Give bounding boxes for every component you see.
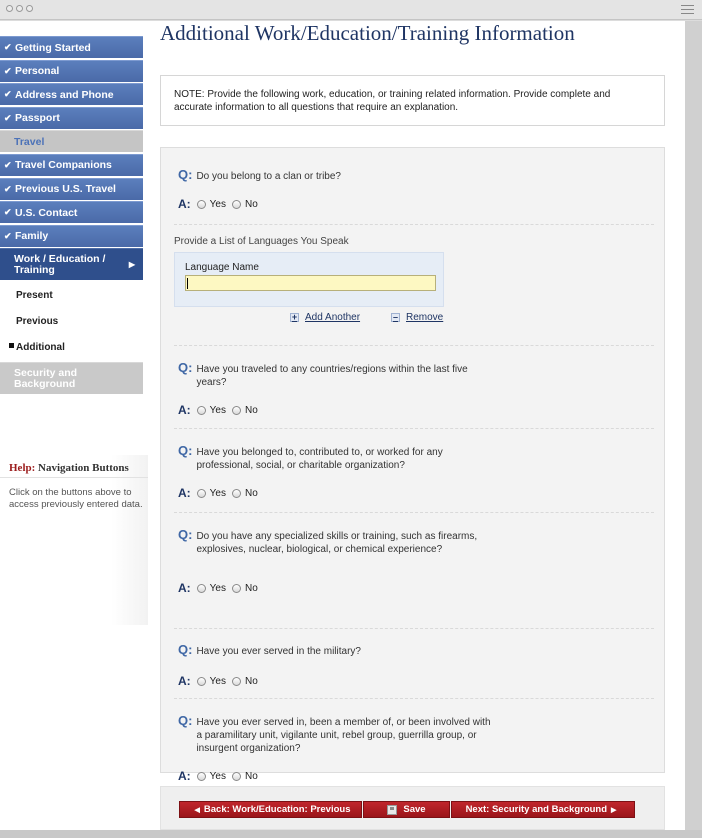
nav-item-family[interactable]: ✔ Family (0, 224, 143, 247)
no-option[interactable]: No (232, 583, 258, 594)
answer-traveled-countries: A: Yes No (178, 403, 258, 417)
subnav-item-additional[interactable]: Additional (0, 334, 143, 360)
divider (174, 224, 654, 225)
minus-icon: – (391, 312, 400, 322)
check-icon: ✔ (4, 183, 12, 194)
check-icon: ✔ (4, 112, 12, 123)
yes-radio[interactable] (196, 583, 206, 593)
divider (174, 512, 654, 513)
check-icon: ✔ (4, 42, 12, 52)
question-paramilitary: Q: Have you ever served in, been a member… (178, 713, 491, 754)
check-icon: ✔ (4, 89, 12, 100)
nav-item-travel-companions[interactable]: ✔ Travel Companions (0, 153, 143, 176)
minimize-window-icon[interactable] (16, 5, 23, 12)
instructions-note: NOTE: Provide the following work, educat… (160, 75, 665, 126)
no-option[interactable]: No (232, 488, 258, 499)
zoom-window-icon[interactable] (26, 5, 33, 12)
no-option[interactable]: No (232, 199, 258, 210)
plus-icon: + (290, 312, 299, 322)
divider (174, 628, 654, 629)
save-button[interactable]: Save (363, 801, 450, 818)
yes-option[interactable]: Yes (196, 488, 226, 499)
nav-item-getting-started[interactable]: ✔ Getting Started (0, 36, 143, 58)
yes-radio[interactable] (196, 676, 206, 686)
nav-item-address-phone[interactable]: ✔ Address and Phone (0, 83, 143, 106)
vertical-scrollbar[interactable] (685, 21, 702, 830)
yes-option[interactable]: Yes (196, 583, 226, 594)
answer-organizations: A: Yes No (178, 486, 258, 500)
no-radio[interactable] (232, 488, 241, 498)
close-window-icon[interactable] (6, 5, 13, 12)
horizontal-scrollbar[interactable] (0, 830, 702, 838)
page-title: Additional Work/Education/Training Infor… (160, 21, 575, 45)
divider (174, 698, 654, 699)
nav-item-us-contact[interactable]: ✔ U.S. Contact (0, 201, 143, 224)
question-specialized-skills: Q: Do you have any specialized skills or … (178, 527, 478, 555)
chevron-right-icon: ▶ (611, 806, 617, 814)
yes-radio[interactable] (196, 199, 206, 209)
no-option[interactable]: No (232, 676, 258, 687)
chevron-right-icon: ▶ (128, 260, 135, 270)
yes-option[interactable]: Yes (196, 405, 226, 416)
subnav-item-previous[interactable]: Previous (0, 308, 143, 334)
no-option[interactable]: No (232, 771, 258, 782)
language-name-label: Language Name (185, 262, 259, 273)
answer-clan-tribe: A: Yes No (178, 197, 258, 211)
question-organizations: Q: Have you belonged to, contributed to, … (178, 443, 443, 471)
question-traveled-countries: Q: Have you traveled to any countries/reg… (178, 360, 468, 388)
yes-option[interactable]: Yes (196, 676, 226, 687)
nav-item-work-education-training[interactable]: Work / Education / Training ▶ (0, 248, 143, 281)
yes-radio[interactable] (196, 405, 206, 415)
no-radio[interactable] (232, 583, 241, 593)
yes-option[interactable]: Yes (196, 199, 226, 210)
question-military: Q: Have you ever served in the military? (178, 642, 361, 657)
languages-heading: Provide a List of Languages You Speak (174, 236, 349, 247)
language-entry-box: Language Name (174, 252, 444, 307)
no-option[interactable]: No (232, 405, 258, 416)
answer-specialized-skills: A: Yes No (178, 581, 258, 595)
nav-item-passport[interactable]: ✔ Passport (0, 106, 143, 129)
nav-item-travel[interactable]: Travel (0, 130, 143, 153)
check-icon: ✔ (4, 159, 12, 170)
navigation-button-bar: ◀ Back: Work/Education: Previous Save Nex… (160, 786, 665, 830)
check-icon: ✔ (4, 230, 12, 241)
check-icon: ✔ (4, 65, 12, 76)
help-text: Click on the buttons above to access pre… (9, 487, 143, 510)
next-button[interactable]: Next: Security and Background ▶ (451, 801, 635, 818)
nav-item-security-background: Security and Background (0, 362, 143, 395)
subnav-item-present[interactable]: Present (0, 282, 143, 308)
current-bullet-icon (9, 343, 14, 349)
sidebar-nav: ✔ Getting Started ✔ Personal ✔ Address and … (0, 36, 143, 396)
yes-option[interactable]: Yes (196, 771, 226, 782)
answer-paramilitary: A: Yes No (178, 769, 258, 783)
menu-icon[interactable] (681, 5, 694, 14)
no-radio[interactable] (232, 676, 241, 686)
browser-toolbar (0, 0, 702, 20)
no-radio[interactable] (232, 771, 241, 781)
check-icon: ✔ (4, 207, 12, 218)
questions-panel: Q: Do you belong to a clan or tribe? A: Ye… (160, 147, 665, 783)
yes-radio[interactable] (196, 771, 206, 781)
floppy-disk-icon (387, 804, 398, 815)
page-content: ✔ Getting Started ✔ Personal ✔ Address and … (0, 21, 685, 830)
help-title: Help: Navigation Buttons (0, 455, 148, 478)
question-clan-tribe: Q: Do you belong to a clan or tribe? (178, 167, 341, 182)
help-panel: Help: Navigation Buttons Click on the bu… (0, 455, 148, 625)
divider (174, 428, 654, 429)
answer-military: A: Yes No (178, 674, 258, 688)
divider (174, 345, 654, 346)
add-another-button[interactable]: + Add Another (290, 312, 360, 323)
chevron-left-icon: ◀ (194, 806, 200, 814)
window-controls (6, 5, 33, 12)
no-radio[interactable] (232, 405, 241, 415)
no-radio[interactable] (232, 199, 241, 209)
back-button[interactable]: ◀ Back: Work/Education: Previous (179, 801, 362, 818)
language-name-input[interactable] (185, 275, 436, 291)
nav-item-previous-us-travel[interactable]: ✔ Previous U.S. Travel (0, 177, 143, 200)
nav-item-personal[interactable]: ✔ Personal (0, 59, 143, 82)
remove-button[interactable]: – Remove (391, 312, 443, 323)
yes-radio[interactable] (196, 488, 206, 498)
